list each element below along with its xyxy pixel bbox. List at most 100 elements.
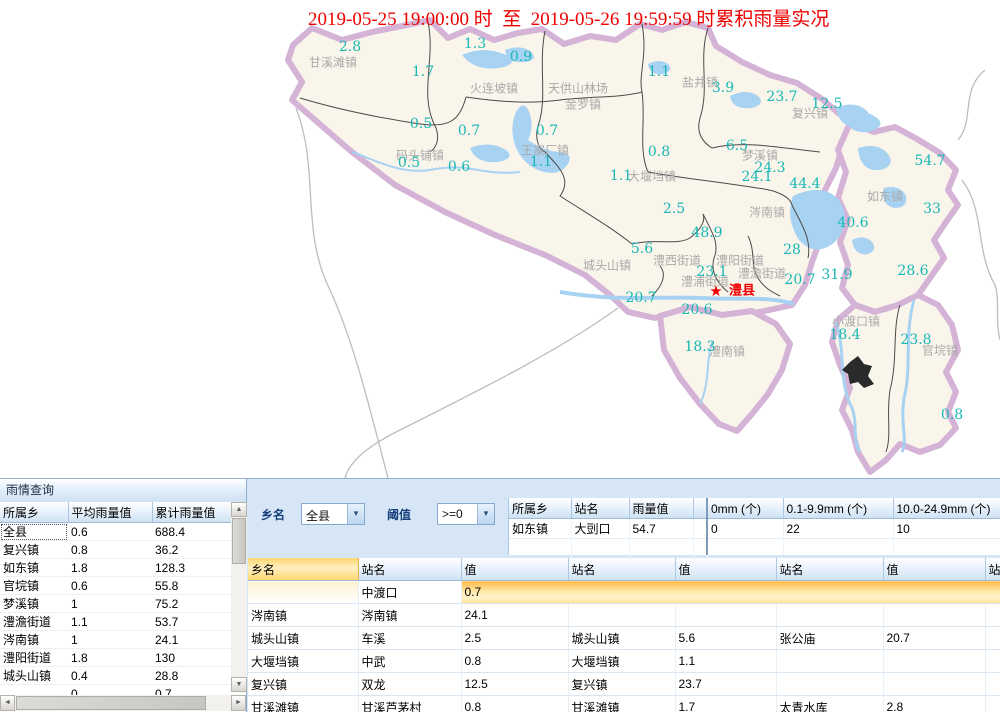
map-town-label: 涔南镇 <box>749 204 785 221</box>
table-cell: 1.1 <box>68 613 152 631</box>
column-header[interactable]: 站名 <box>358 558 461 581</box>
column-header[interactable] <box>693 498 707 519</box>
hscroll-thumb[interactable] <box>16 696 206 710</box>
table-row[interactable]: 城头山镇车溪2.5城头山镇5.6张公庙20.7 <box>248 627 1000 650</box>
column-header[interactable]: 累计雨量值 <box>152 502 231 523</box>
table-row[interactable]: 全县0.6688.4 <box>0 523 231 541</box>
column-header[interactable]: 所属乡 <box>509 498 571 519</box>
summary-vscrollbar[interactable]: ▲ ▼ <box>231 502 247 692</box>
column-header[interactable]: 所属乡 <box>0 502 68 523</box>
map-town-label: 如东镇 <box>867 188 903 205</box>
table-row[interactable]: 复兴镇0.836.2 <box>0 541 231 559</box>
town-select-value: 全县 <box>306 507 330 524</box>
table-row[interactable]: 涔南镇124.1 <box>0 631 231 649</box>
table-row[interactable]: 官垸镇0.655.8 <box>0 577 231 595</box>
table-cell <box>568 581 675 604</box>
table-row[interactable]: 城头山镇0.428.8 <box>0 667 231 685</box>
column-header[interactable]: 站名 <box>776 558 883 581</box>
table-cell <box>509 539 571 559</box>
table-row[interactable]: 如东镇1.8128.3 <box>0 559 231 577</box>
map-rainfall-value: 31.9 <box>821 267 852 283</box>
table-row[interactable] <box>708 539 1000 556</box>
map-rainfall-value: 0.7 <box>536 123 558 139</box>
table-row[interactable]: 复兴镇双龙12.5复兴镇23.7 <box>248 673 1000 696</box>
table-cell: 0 <box>708 519 783 539</box>
threshold-select[interactable]: >=0 ▼ <box>437 503 495 525</box>
map-rainfall-value: 40.6 <box>837 215 868 231</box>
table-row[interactable]: 中渡口0.7 <box>248 581 1000 604</box>
table-cell: 5.6 <box>675 627 776 650</box>
map-rainfall-value: 23.7 <box>766 89 797 105</box>
table-cell: 36.2 <box>152 541 231 559</box>
column-header[interactable]: 站名 <box>568 558 675 581</box>
rain-query-panel: 雨情查询 所属乡平均雨量值累计雨量值全县0.6688.4复兴镇0.836.2如东… <box>0 478 1000 712</box>
table-cell <box>776 650 883 673</box>
table-row[interactable]: 澧阳街道1.8130 <box>0 649 231 667</box>
table-cell <box>985 581 1000 604</box>
table-cell: 2.5 <box>461 627 568 650</box>
map-rainfall-value: 0.8 <box>648 144 670 160</box>
table-row[interactable]: 大堰垱镇中武0.8大堰垱镇1.1 <box>248 650 1000 673</box>
table-cell <box>883 604 985 627</box>
table-cell: 128.3 <box>152 559 231 577</box>
table-row[interactable]: 涔南镇涔南镇24.1 <box>248 604 1000 627</box>
table-cell: 如东镇 <box>0 559 68 577</box>
column-header[interactable]: 值 <box>883 558 985 581</box>
summary-hscrollbar[interactable]: ◄ ► <box>0 695 246 711</box>
table-cell: 官垸镇 <box>0 577 68 595</box>
map-rainfall-value: 2.8 <box>339 39 361 55</box>
table-cell: 28.8 <box>152 667 231 685</box>
scroll-left-button[interactable]: ◄ <box>0 695 15 711</box>
vscroll-thumb[interactable] <box>232 518 246 564</box>
column-header[interactable]: 乡名 <box>248 558 358 581</box>
town-select[interactable]: 全县 ▼ <box>301 503 365 525</box>
column-header[interactable]: 站 <box>985 558 1000 581</box>
map-rainfall-value: 0.5 <box>398 155 420 171</box>
table-row[interactable]: 澧澹街道1.153.7 <box>0 613 231 631</box>
chevron-down-icon[interactable]: ▼ <box>347 504 364 524</box>
column-header[interactable]: 10.0-24.9mm (个) <box>893 498 1000 519</box>
table-cell <box>675 604 776 627</box>
table-cell: 甘溪芦茅村 <box>358 696 461 712</box>
table-row[interactable] <box>509 539 707 559</box>
scroll-up-button[interactable]: ▲ <box>231 502 247 517</box>
chevron-down-icon[interactable]: ▼ <box>477 504 494 524</box>
map-rainfall-value: 20.7 <box>784 272 815 288</box>
table-cell: 688.4 <box>152 523 231 541</box>
table-row[interactable]: 甘溪滩镇甘溪芦茅村0.8甘溪滩镇1.7太青水库2.8 <box>248 696 1000 712</box>
table-cell: 城头山镇 <box>0 667 68 685</box>
table-cell <box>776 581 883 604</box>
scroll-down-button[interactable]: ▼ <box>231 677 247 692</box>
rain-statistics-table: 0mm (个)0.1-9.9mm (个)10.0-24.9mm (个)02210 <box>708 498 1000 555</box>
map-town-label: 火连坡镇 <box>470 80 518 97</box>
column-header[interactable]: 0mm (个) <box>708 498 783 519</box>
table-cell: 城头山镇 <box>248 627 358 650</box>
page-title: 2019-05-25 19:00:00 时 至 2019-05-26 19:59… <box>308 4 829 31</box>
map-rainfall-value: 23.8 <box>900 332 931 348</box>
column-header[interactable]: 平均雨量值 <box>68 502 152 523</box>
table-cell: 1 <box>68 595 152 613</box>
column-header[interactable]: 站名 <box>571 498 629 519</box>
table-cell: 54.7 <box>629 519 693 539</box>
map-rainfall-value: 48.9 <box>691 225 722 241</box>
map-rainfall-value: 1.1 <box>648 64 670 80</box>
table-row[interactable]: 02210 <box>708 519 1000 539</box>
map-rainfall-value: 28.6 <box>897 263 928 279</box>
threshold-select-label: 阈值 <box>387 506 411 523</box>
map-rainfall-value: 1.7 <box>412 64 434 80</box>
table-cell: 张公庙 <box>776 627 883 650</box>
scroll-right-button[interactable]: ► <box>231 695 246 711</box>
table-cell: 130 <box>152 649 231 667</box>
column-header[interactable]: 值 <box>675 558 776 581</box>
table-row[interactable]: 梦溪镇175.2 <box>0 595 231 613</box>
map-rainfall-value: 20.6 <box>681 302 712 318</box>
column-header[interactable]: 雨量值 <box>629 498 693 519</box>
table-cell: 1.8 <box>68 559 152 577</box>
map-rainfall-value: 2.5 <box>663 201 685 217</box>
column-header[interactable]: 值 <box>461 558 568 581</box>
table-cell: 24.1 <box>152 631 231 649</box>
table-row[interactable]: 如东镇大剅口54.7 <box>509 519 707 539</box>
map-rainfall-value: 0.8 <box>941 407 963 423</box>
column-header[interactable]: 0.1-9.9mm (个) <box>783 498 893 519</box>
table-cell: 涔南镇 <box>248 604 358 627</box>
